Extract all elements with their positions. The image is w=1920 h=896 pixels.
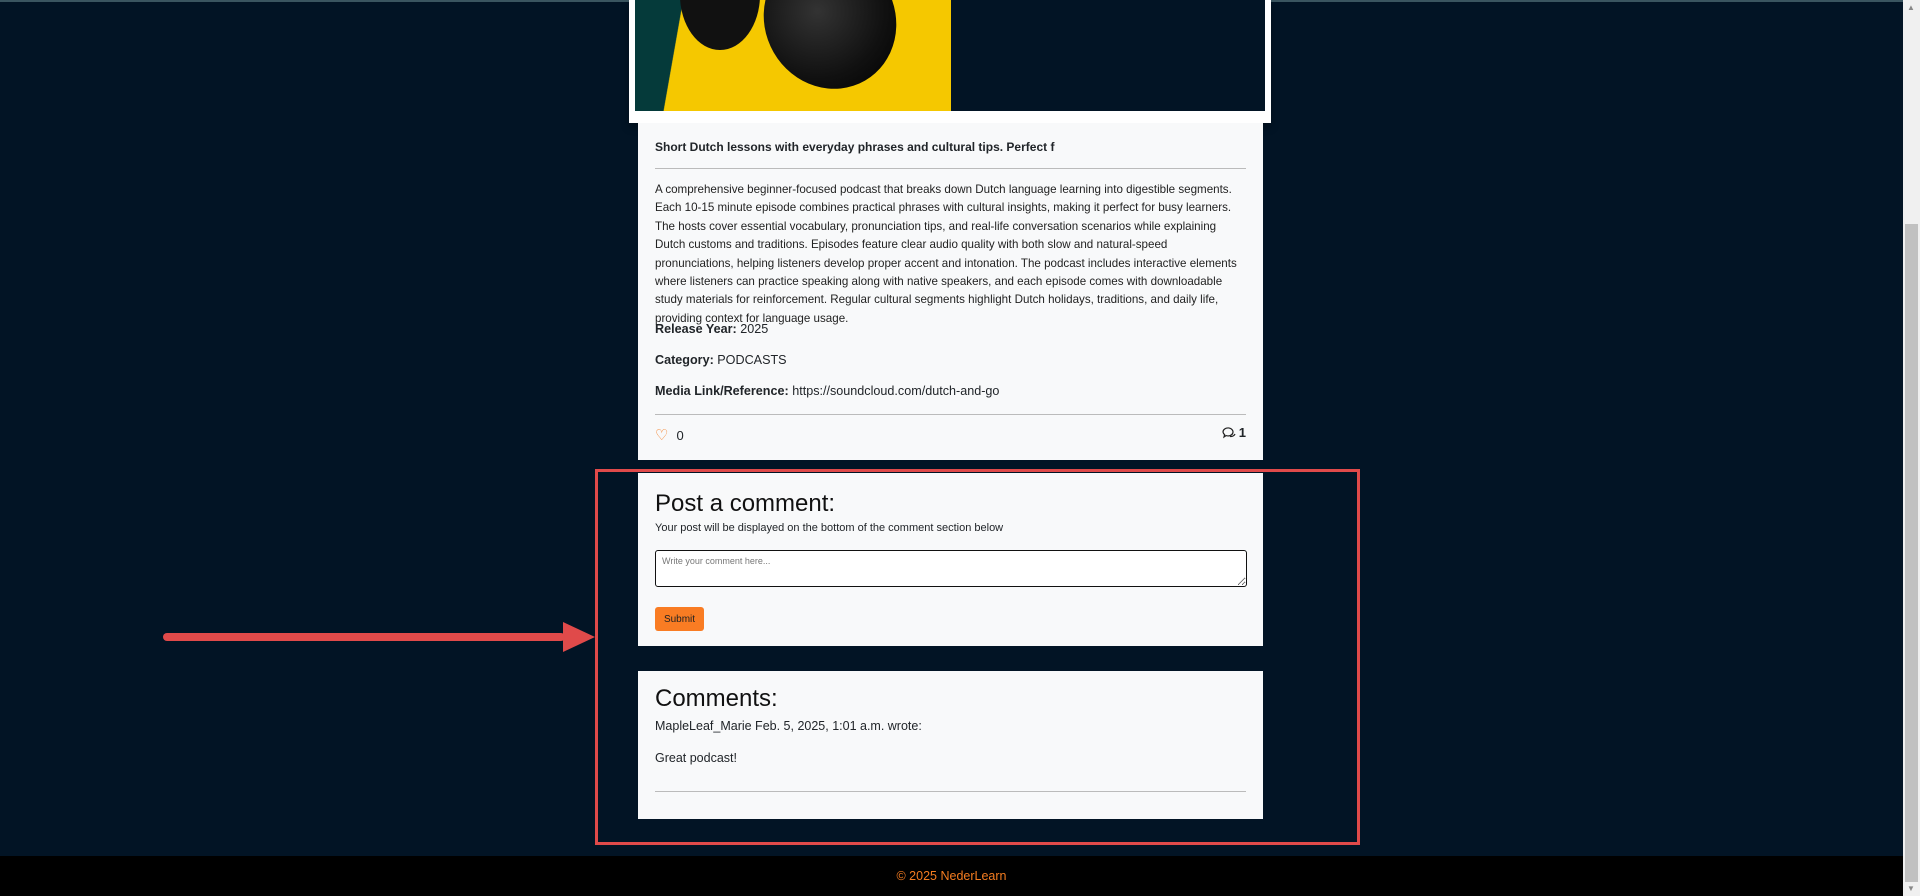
divider bbox=[655, 414, 1246, 415]
scrollbar[interactable]: ▲ ▼ bbox=[1903, 0, 1920, 896]
comments-icon bbox=[1222, 426, 1236, 438]
scrollbar-thumb[interactable] bbox=[1905, 224, 1918, 882]
highlight-arrow bbox=[163, 633, 565, 641]
post-headline: Short Dutch lessons with everyday phrase… bbox=[655, 140, 1055, 154]
release-year: Release Year: 2025 bbox=[655, 322, 769, 336]
divider bbox=[655, 168, 1246, 169]
highlight-box bbox=[595, 469, 1360, 845]
arrow-head-icon bbox=[563, 622, 595, 652]
post-description: A comprehensive beginner-focused podcast… bbox=[655, 183, 1237, 325]
heart-icon: ♡ bbox=[655, 427, 669, 444]
post-image-frame bbox=[629, 0, 1271, 123]
scroll-down-icon[interactable]: ▼ bbox=[1907, 884, 1915, 893]
footer-text: © 2025 NederLearn bbox=[896, 869, 1007, 883]
like-button[interactable]: ♡ 0 bbox=[655, 426, 684, 444]
scroll-up-icon[interactable]: ▲ bbox=[1907, 3, 1915, 12]
footer: © 2025 NederLearn bbox=[0, 856, 1903, 896]
headphones-image bbox=[635, 0, 951, 111]
media-link: Media Link/Reference: https://soundcloud… bbox=[655, 384, 1000, 398]
comment-count: 1 bbox=[1221, 425, 1246, 440]
like-count: 0 bbox=[676, 427, 684, 443]
post-card: Short Dutch lessons with everyday phrase… bbox=[638, 123, 1263, 460]
category: Category: PODCASTS bbox=[655, 353, 787, 367]
